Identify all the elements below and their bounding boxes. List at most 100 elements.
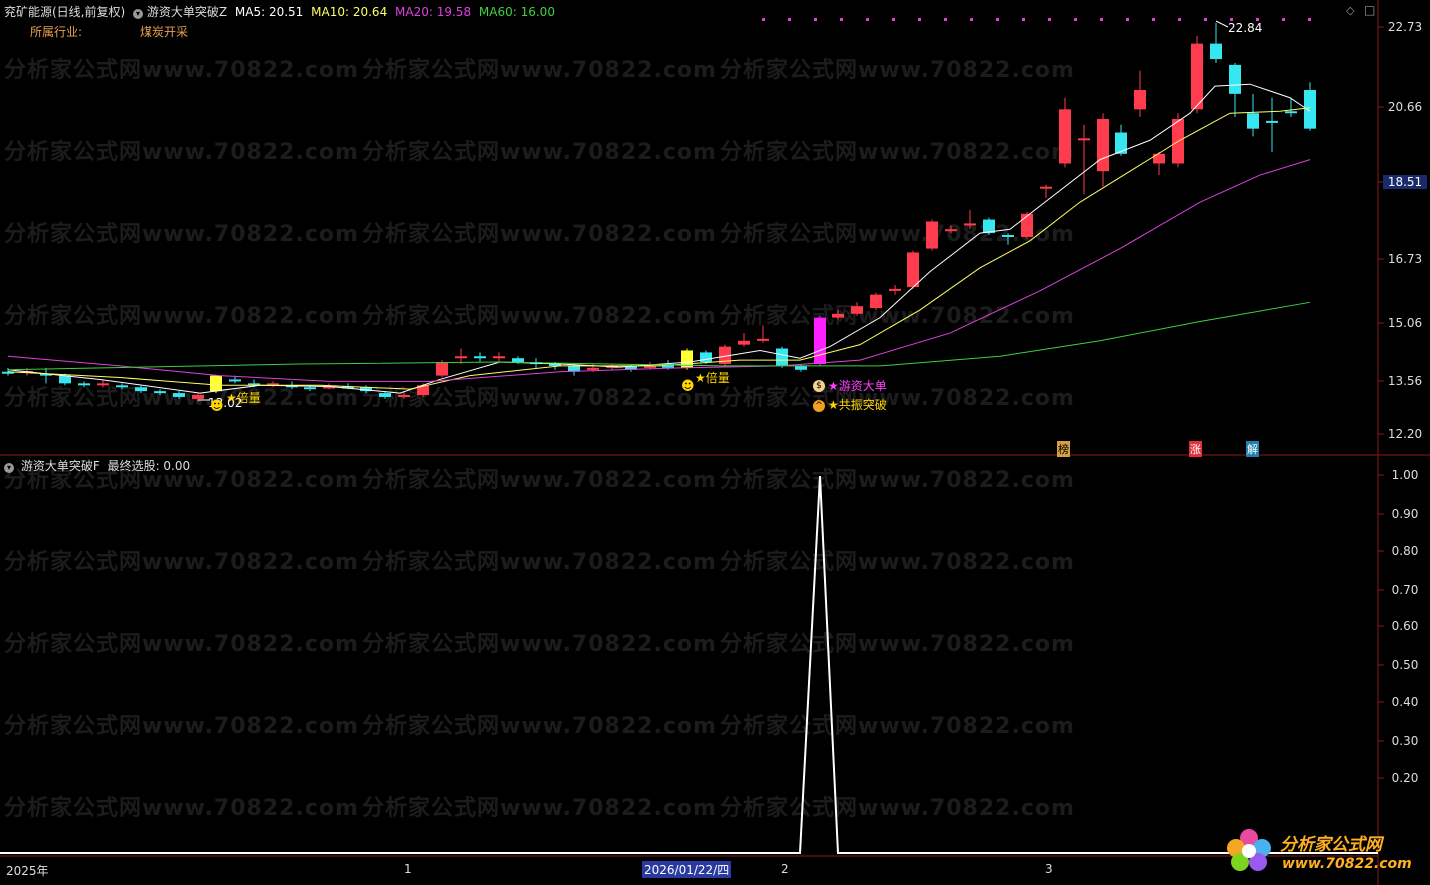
y-tick: 22.73	[1387, 20, 1423, 34]
signal-dot	[840, 18, 843, 21]
candle-up	[945, 229, 957, 232]
sub-y-tick: 0.40	[1391, 695, 1419, 709]
ma10-line	[7, 107, 1311, 390]
double-volume-annotation: ★倍量	[695, 371, 730, 385]
y-tick: 20.66	[1387, 100, 1423, 114]
logo-title: 分析家公式网	[1280, 835, 1382, 855]
price-highlight-tag: 18.51	[1383, 175, 1427, 189]
smiley-icon: ☻	[681, 379, 695, 394]
candle-up	[1153, 153, 1165, 164]
signal-dot	[1178, 18, 1181, 21]
candle-up	[814, 317, 826, 364]
signal-dot	[1308, 18, 1311, 21]
sub-y-tick: 0.30	[1391, 734, 1419, 748]
candle-down	[1266, 120, 1278, 123]
indicator-dropdown-icon[interactable]: ▾	[133, 9, 144, 19]
signal-dot	[1126, 18, 1129, 21]
y-tick: 12.20	[1387, 427, 1423, 441]
square-icon[interactable]: □	[1364, 3, 1375, 17]
hot-money-annotation: ★游资大单	[828, 379, 887, 393]
candle-down	[379, 393, 391, 397]
candle-up	[1097, 118, 1109, 172]
candle-down	[512, 358, 524, 363]
signal-dot	[1100, 18, 1103, 21]
sub-y-tick: 0.60	[1391, 619, 1419, 633]
signal-dot	[814, 18, 817, 21]
candle-down	[116, 385, 128, 388]
x-label-year: 2025年	[6, 864, 49, 878]
signal-dot	[1282, 18, 1285, 21]
stock-label[interactable]: 兖矿能源(日线,前复权)	[4, 5, 125, 19]
x-label-month: 2	[781, 862, 789, 876]
sub-y-tick: 0.20	[1391, 771, 1419, 785]
signal-dot	[788, 18, 791, 21]
candlestick-chart[interactable]	[0, 0, 1430, 885]
signal-dot	[1048, 18, 1051, 21]
unlock-badge[interactable]: 解	[1246, 441, 1259, 457]
candle-down	[795, 365, 807, 370]
logo-url: www.70822.com	[1282, 856, 1412, 872]
x-label-month: 1	[404, 862, 412, 876]
sub-y-tick: 0.80	[1391, 544, 1419, 558]
candle-up	[926, 221, 938, 249]
candle-down	[1304, 89, 1316, 129]
ma60-label: MA60: 16.00	[478, 5, 555, 19]
signal-dot	[866, 18, 869, 21]
signal-dot	[1204, 18, 1207, 21]
sub-dropdown-icon[interactable]: ▾	[4, 463, 14, 473]
candle-up	[964, 223, 976, 226]
candle-up	[1059, 109, 1071, 164]
signal-dot	[1022, 18, 1025, 21]
sub-y-tick: 0.90	[1391, 507, 1419, 521]
ma20-line	[7, 159, 1311, 382]
high-marker-arrow	[1215, 20, 1229, 28]
candle-down	[304, 387, 316, 390]
ma10-label: MA10: 20.64	[311, 5, 388, 19]
ma5-line	[7, 83, 1311, 394]
signal-dot	[892, 18, 895, 21]
candle-up	[757, 338, 769, 341]
logo-flower-icon	[1222, 826, 1276, 876]
candle-up	[738, 340, 750, 345]
sub-value-label: 最终选股: 0.00	[107, 459, 191, 473]
signal-dot	[762, 18, 765, 21]
sub-indicator-name[interactable]: 游资大单突破F	[21, 459, 100, 473]
candle-down	[776, 348, 788, 366]
signal-dot	[970, 18, 973, 21]
candle-down	[154, 391, 166, 394]
signal-dot	[1152, 18, 1155, 21]
ma5-label: MA5: 20.51	[234, 5, 304, 19]
signal-spike-line	[0, 475, 1378, 854]
sub-y-tick: 1.00	[1391, 468, 1419, 482]
indicator-name[interactable]: 游资大单突破Z	[147, 5, 227, 19]
candle-down	[78, 383, 90, 386]
limit-up-badge[interactable]: 涨	[1189, 441, 1202, 457]
industry-label: 所属行业:	[30, 25, 83, 39]
high-price-marker: 22.84	[1228, 21, 1263, 35]
candle-up	[192, 395, 204, 399]
candle-up	[889, 288, 901, 291]
candle-up	[436, 362, 448, 376]
signal-dot	[1074, 18, 1077, 21]
candle-up	[587, 367, 599, 370]
up-chevron-icon: ^	[813, 400, 825, 412]
sub-header: ▾ 游资大单突破F 最终选股: 0.00	[4, 457, 190, 474]
candle-up	[455, 356, 467, 359]
leaderboard-badge[interactable]: 榜	[1057, 441, 1070, 457]
candle-up	[1134, 89, 1146, 110]
diamond-icon[interactable]: ◇	[1346, 4, 1354, 17]
candle-up	[1191, 43, 1203, 110]
industry-value: 煤炭开采	[140, 25, 189, 39]
cursor-date-label: 2026/01/22/四	[642, 861, 732, 878]
candle-down	[1285, 111, 1297, 114]
y-tick: 13.56	[1387, 374, 1423, 388]
candle-up	[907, 252, 919, 287]
candle-up	[1040, 186, 1052, 189]
candle-up	[97, 383, 109, 386]
sub-y-tick: 0.50	[1391, 658, 1419, 672]
main-header: 兖矿能源(日线,前复权) ▾ 游资大单突破Z MA5: 20.51 MA10: …	[4, 3, 555, 20]
candle-down	[1210, 43, 1222, 60]
smiley-icon: ☻	[210, 399, 224, 414]
candle-down	[1229, 64, 1241, 94]
candle-down	[229, 379, 241, 382]
